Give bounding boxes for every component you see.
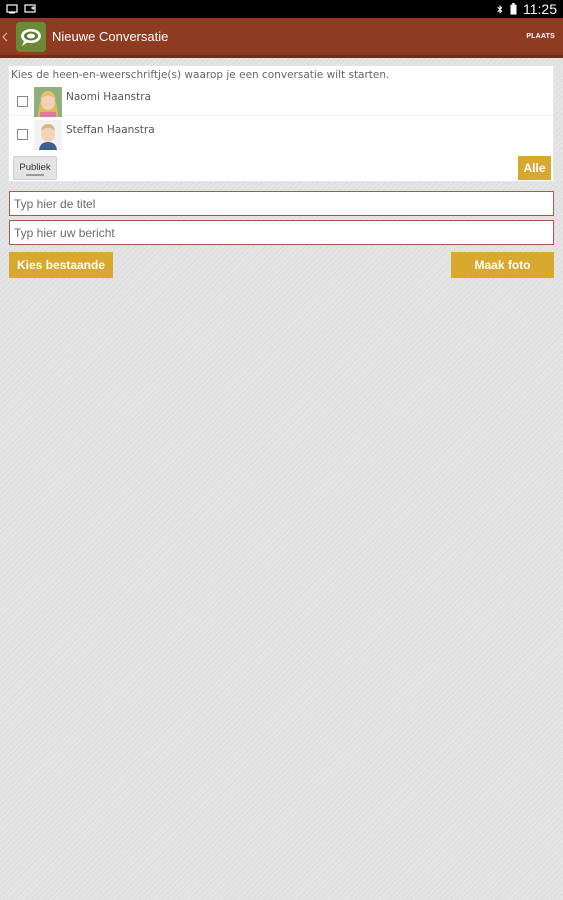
avatar — [34, 87, 62, 117]
cast-icon — [24, 4, 36, 13]
title-input[interactable] — [9, 191, 554, 216]
select-all-button[interactable]: Alle — [518, 156, 551, 180]
recipients-card: Kies de heen-en-weerschriftje(s) waarop … — [8, 65, 554, 182]
status-bar-right: 11:25 — [496, 1, 557, 17]
status-bar-left — [6, 4, 36, 14]
recipients-prompt: Kies de heen-en-weerschriftje(s) waarop … — [11, 69, 390, 81]
contact-name: Steffan Haanstra — [66, 124, 155, 136]
app-logo-icon[interactable] — [16, 21, 46, 52]
screenshot-icon — [6, 4, 18, 14]
contact-checkbox[interactable] — [17, 129, 28, 140]
message-input[interactable] — [9, 220, 554, 245]
battery-icon — [510, 3, 517, 15]
contact-row[interactable]: Steffan Haanstra — [9, 119, 553, 150]
plaats-button[interactable]: PLAATS — [526, 33, 555, 40]
status-time: 11:25 — [523, 1, 557, 17]
take-photo-button[interactable]: Maak foto — [451, 252, 554, 278]
action-bar: Nieuwe Conversatie PLAATS — [0, 18, 563, 58]
contact-checkbox[interactable] — [17, 96, 28, 107]
contact-name: Naomi Haanstra — [66, 91, 151, 103]
publiek-toggle-button[interactable]: Publiek — [13, 156, 57, 180]
contact-row[interactable]: Naomi Haanstra — [9, 86, 553, 117]
status-bar: 11:25 — [0, 0, 563, 18]
choose-existing-button[interactable]: Kies bestaande — [9, 252, 113, 278]
avatar — [34, 120, 62, 150]
bluetooth-icon — [497, 4, 503, 14]
page-title: Nieuwe Conversatie — [52, 29, 169, 44]
back-chevron-icon[interactable] — [2, 29, 12, 45]
